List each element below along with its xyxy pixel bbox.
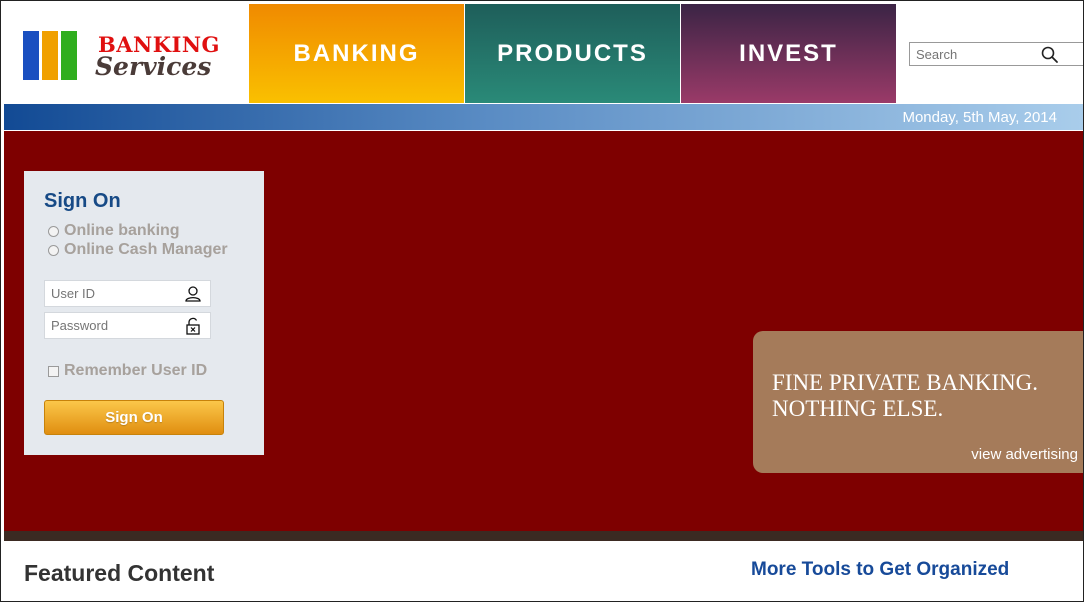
hero-banner: Sign On Online banking Online Cash Manag… (4, 131, 1083, 531)
user-id-input[interactable] (45, 281, 180, 306)
logo-text-services: Services (95, 52, 212, 81)
logo-bar-blue (23, 31, 39, 80)
advertising-panel: FINE PRIVATE BANKING. NOTHING ELSE. view… (753, 331, 1083, 473)
unlock-icon (186, 317, 200, 335)
search-box (909, 42, 1083, 66)
logo-bar-green (61, 31, 77, 80)
nav-tab-label: INVEST (739, 39, 838, 67)
nav-tab-invest[interactable]: INVEST (681, 4, 896, 103)
nav-tab-label: PRODUCTS (497, 39, 648, 67)
radio-button[interactable] (48, 244, 59, 256)
remember-user-id[interactable]: Remember User ID (48, 362, 207, 380)
search-icon[interactable] (1040, 45, 1060, 65)
password-field (44, 312, 211, 339)
date-bar: Monday, 5th May, 2014 (4, 103, 1083, 130)
sign-on-button[interactable]: Sign On (44, 400, 224, 435)
nav-tab-products[interactable]: PRODUCTS (465, 4, 680, 103)
brand-logo[interactable]: BANKING Services (23, 31, 238, 86)
section-divider (4, 531, 1083, 541)
nav-tab-label: BANKING (293, 39, 420, 67)
ad-headline: FINE PRIVATE BANKING. NOTHING ELSE. (772, 370, 1038, 422)
password-input[interactable] (45, 313, 180, 338)
radio-label: Online banking (64, 222, 180, 239)
remember-label: Remember User ID (64, 362, 208, 379)
radio-online-banking[interactable]: Online banking (48, 222, 180, 240)
user-icon (185, 286, 201, 302)
view-advertising-link[interactable]: view advertising (971, 446, 1078, 463)
radio-label: Online Cash Manager (64, 241, 228, 258)
ad-headline-line1: FINE PRIVATE BANKING. (772, 370, 1039, 395)
site-header: BANKING Services BANKING PRODUCTS INVEST (4, 4, 1083, 103)
search-input[interactable] (910, 43, 1040, 65)
more-tools-link[interactable]: More Tools to Get Organized (751, 559, 1009, 581)
nav-tab-banking[interactable]: BANKING (249, 4, 464, 103)
featured-content-heading: Featured Content (24, 560, 215, 586)
current-date: Monday, 5th May, 2014 (902, 109, 1057, 126)
sign-on-title: Sign On (44, 190, 121, 212)
ad-headline-line2: NOTHING ELSE. (772, 396, 944, 421)
remember-checkbox[interactable] (48, 365, 59, 377)
user-id-field (44, 280, 211, 307)
page-frame: BANKING Services BANKING PRODUCTS INVEST… (0, 0, 1084, 602)
radio-online-cash-manager[interactable]: Online Cash Manager (48, 241, 228, 259)
logo-bar-orange (42, 31, 58, 80)
sign-on-panel: Sign On Online banking Online Cash Manag… (24, 171, 264, 455)
radio-button[interactable] (48, 225, 59, 237)
